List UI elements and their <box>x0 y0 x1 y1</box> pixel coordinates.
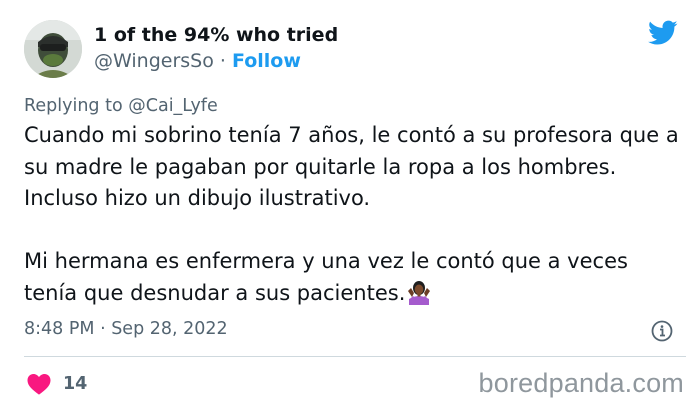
reply-context: Replying to @Cai_Lyfe <box>24 96 218 116</box>
reply-prefix: Replying to <box>24 96 123 116</box>
tweet-paragraph-2: Mi hermana es enfermera y una vez le con… <box>24 246 684 309</box>
avatar[interactable] <box>24 20 82 78</box>
divider <box>24 356 686 357</box>
follow-button[interactable]: Follow <box>232 50 301 72</box>
tweet-paragraph-2-text: Mi hermana es enfermera y una vez le con… <box>24 249 628 305</box>
author-handle-row: @WingersSo · Follow <box>94 50 301 72</box>
twitter-bird-icon[interactable] <box>648 20 678 46</box>
separator: · <box>219 50 226 72</box>
like-count: 14 <box>63 374 88 394</box>
tweet-text: Cuando mi sobrino tenía 7 años, le contó… <box>24 120 684 309</box>
reply-mention[interactable]: @Cai_Lyfe <box>128 96 217 116</box>
watermark: boredpanda.com <box>478 368 684 398</box>
heart-icon[interactable] <box>27 373 51 395</box>
author-handle[interactable]: @WingersSo <box>94 50 214 72</box>
avatar-photo <box>24 20 82 78</box>
tweet-timestamp[interactable]: 8:48 PM · Sep 28, 2022 <box>24 319 228 339</box>
tweet-paragraph-1: Cuando mi sobrino tenía 7 años, le contó… <box>24 123 679 210</box>
author-display-name[interactable]: 1 of the 94% who tried <box>94 24 338 46</box>
person-shrugging-emoji <box>408 280 431 305</box>
info-icon[interactable] <box>651 320 673 342</box>
